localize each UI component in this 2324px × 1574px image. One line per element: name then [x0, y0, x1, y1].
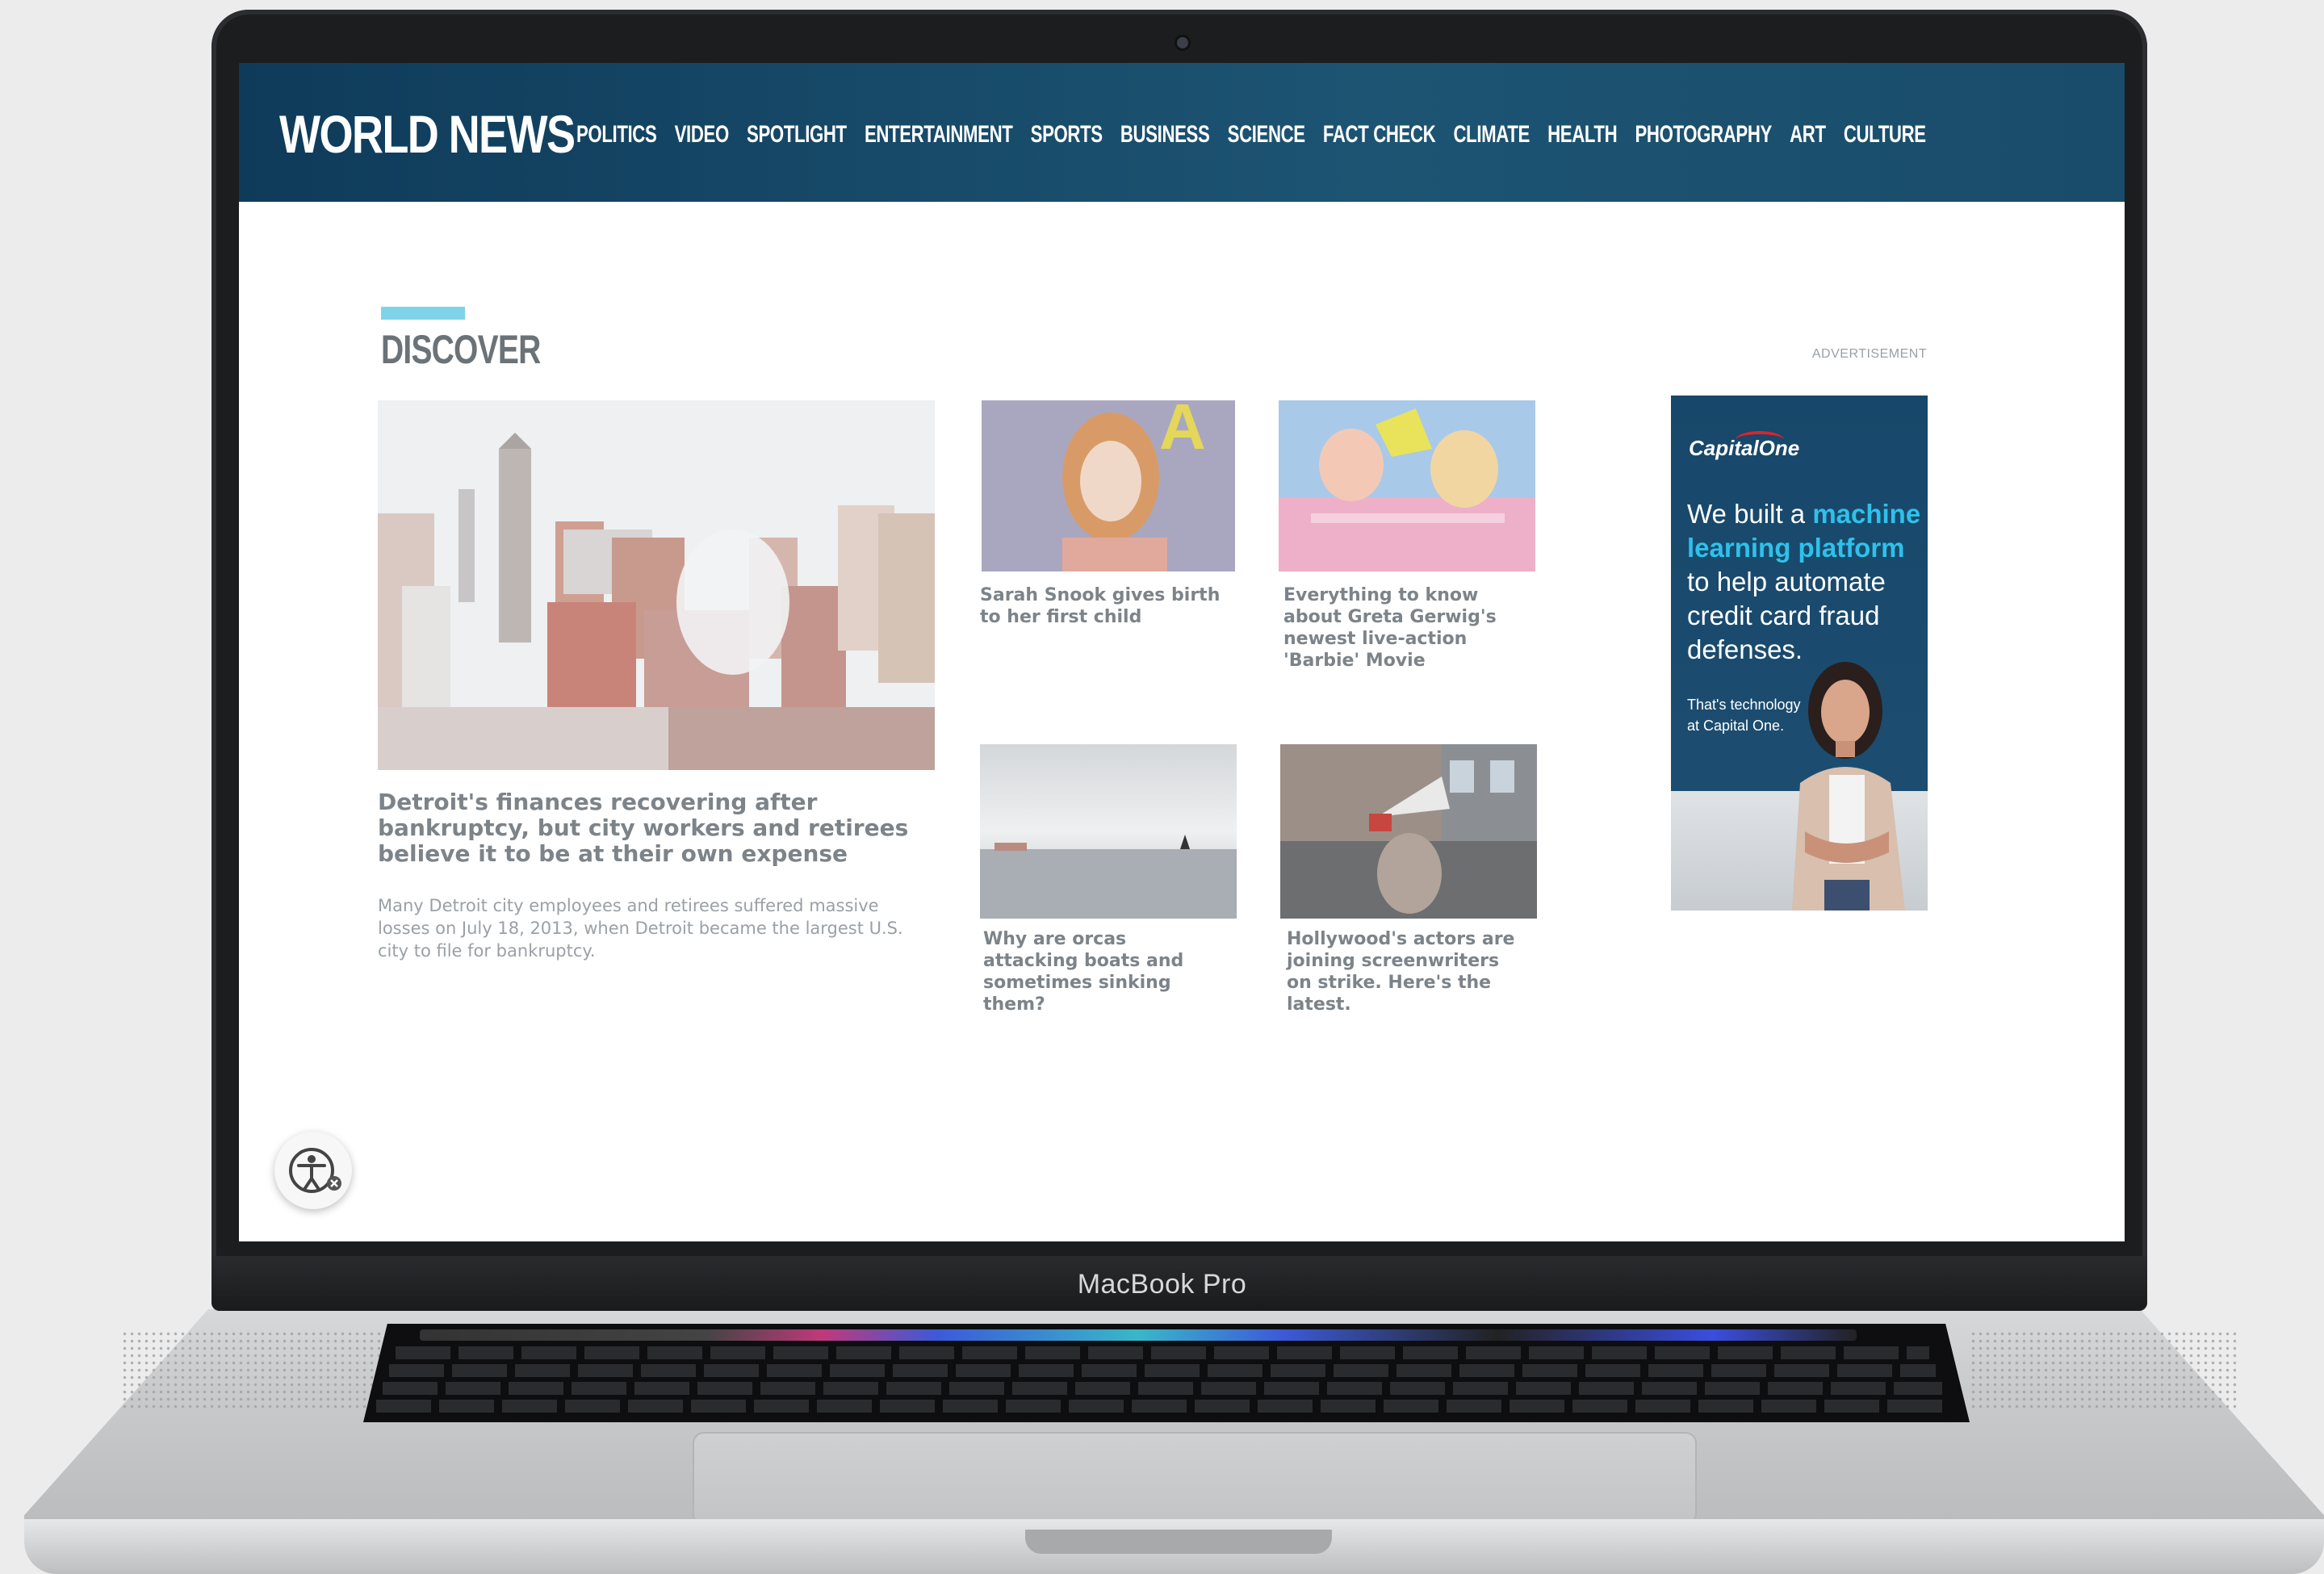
ad-copy-line1: We built a	[1687, 499, 1813, 529]
story-headline[interactable]: Why are orcas attacking boats and someti…	[983, 928, 1225, 1015]
story-image-snook[interactable]: A	[982, 400, 1235, 571]
key-row	[376, 1400, 1949, 1413]
trackpad	[693, 1432, 1697, 1526]
nav-item-spotlight[interactable]: SPOTLIGHT	[747, 121, 847, 149]
main-story-headline[interactable]: Detroit's finances recovering after bank…	[378, 789, 927, 867]
main-nav: POLITICS VIDEO SPOTLIGHT ENTERTAINMENT S…	[576, 121, 1944, 149]
brand-swoosh-icon	[1736, 431, 1784, 449]
ad-person-image	[1792, 662, 1905, 910]
nav-item-fact-check[interactable]: FACT CHECK	[1323, 121, 1436, 149]
camera-icon	[1177, 37, 1188, 48]
nav-item-science[interactable]: SCIENCE	[1228, 121, 1305, 149]
key-row	[396, 1346, 1929, 1359]
nav-item-video[interactable]: VIDEO	[675, 121, 730, 149]
lid-notch	[1025, 1530, 1332, 1554]
ad-copy: We built a machine learning platform to …	[1687, 497, 1921, 667]
site-header: WORLD NEWS POLITICS VIDEO SPOTLIGHT ENTE…	[239, 63, 2125, 202]
story-image-orcas[interactable]	[980, 744, 1237, 919]
main-story-summary: Many Detroit city employees and retirees…	[378, 896, 903, 961]
nav-item-climate[interactable]: CLIMATE	[1454, 121, 1530, 149]
nav-item-entertainment[interactable]: ENTERTAINMENT	[865, 121, 1013, 149]
svg-text:A: A	[1159, 400, 1206, 463]
nav-item-culture[interactable]: CULTURE	[1844, 121, 1926, 149]
nav-item-photography[interactable]: PHOTOGRAPHY	[1635, 121, 1772, 149]
site-logo[interactable]: WORLD NEWS	[279, 103, 576, 165]
accessibility-icon	[289, 1148, 341, 1193]
key-row	[389, 1364, 1936, 1377]
speaker-grille-left	[121, 1330, 387, 1411]
nav-item-art[interactable]: ART	[1790, 121, 1826, 149]
nav-item-health[interactable]: HEALTH	[1547, 121, 1618, 149]
story-image-strike[interactable]	[1280, 744, 1537, 919]
section-accent-bar	[381, 307, 465, 320]
section-title: DISCOVER	[381, 327, 541, 372]
story-image-barbie[interactable]	[1279, 400, 1535, 571]
touch-bar	[420, 1329, 1857, 1341]
nav-item-sports[interactable]: SPORTS	[1031, 121, 1103, 149]
story-headline[interactable]: Everything to know about Greta Gerwig's …	[1283, 584, 1542, 672]
speaker-grille-right	[1970, 1330, 2236, 1411]
ad-label: ADVERTISEMENT	[1811, 347, 1928, 361]
key-row	[383, 1382, 1942, 1395]
main-story-image[interactable]	[378, 400, 935, 770]
story-headline[interactable]: Sarah Snook gives birth to her first chi…	[980, 584, 1238, 628]
nav-item-politics[interactable]: POLITICS	[576, 121, 657, 149]
advertisement-banner[interactable]: CapitalOne We built a machine learning p…	[1671, 396, 1928, 910]
ad-copy-line2: to help automate credit card fraud defen…	[1687, 567, 1886, 664]
nav-item-business[interactable]: BUSINESS	[1120, 121, 1210, 149]
accessibility-button[interactable]	[274, 1132, 352, 1209]
screen: WORLD NEWS POLITICS VIDEO SPOTLIGHT ENTE…	[239, 63, 2125, 1241]
story-headline[interactable]: Hollywood's actors are joining screenwri…	[1287, 928, 1529, 1015]
device-brand-label: MacBook Pro	[1077, 1269, 1247, 1300]
